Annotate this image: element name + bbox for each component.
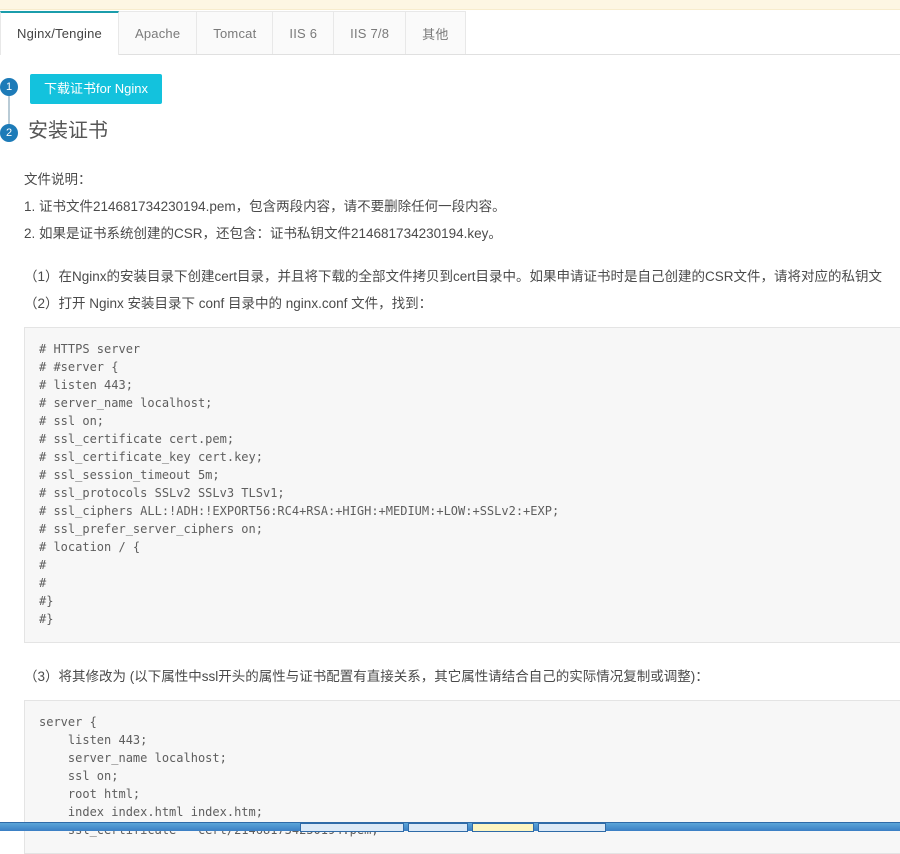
tab-label: IIS 7/8 [350,25,390,41]
tab-label: 其他 [422,26,449,42]
file-description-item-2: 2. 如果是证书系统创建的CSR，还包含：证书私钥文件2146817342301… [24,226,502,241]
file-description-heading: 文件说明： [24,172,92,187]
install-steps-panel: 1 2 下载证书for Nginx 安装证书 文件说明： 1. 证书文件2146… [0,62,900,854]
instruction-step-3: （3）将其修改为 (以下属性中ssl开头的属性与证书配置有直接关系，其它属性请结… [24,669,709,684]
notice-strip [0,0,900,10]
step-marker-1: 1 [0,78,18,96]
tab-label: Tomcat [213,25,257,41]
tab-iis-7-8[interactable]: IIS 7/8 [334,11,407,54]
tab-label: Apache [135,25,181,41]
tab-nginx-tengine[interactable]: Nginx/Tengine [0,11,119,55]
tab-label: IIS 6 [289,25,318,41]
tab-tomcat[interactable]: Tomcat [197,11,274,54]
tab-label: Nginx/Tengine [17,26,102,41]
os-taskbar[interactable] [0,822,900,832]
code-block-original-nginx-conf: # HTTPS server # #server { # listen 443;… [24,327,900,643]
tab-other[interactable]: 其他 [406,11,466,54]
instruction-step-1: （1）在Nginx的安装目录下创建cert目录，并且将下载的全部文件拷贝到cer… [24,269,883,284]
download-certificate-button[interactable]: 下载证书for Nginx [30,74,163,104]
server-type-tabs: Nginx/Tengine Apache Tomcat IIS 6 IIS 7/… [0,11,900,55]
instructions-body: 文件说明： 1. 证书文件214681734230194.pem，包含两段内容，… [24,166,900,854]
tab-apache[interactable]: Apache [119,11,198,54]
instruction-step-2: （2）打开 Nginx 安装目录下 conf 目录中的 nginx.conf 文… [24,296,433,311]
file-description-item-1: 1. 证书文件214681734230194.pem，包含两段内容，请不要删除任… [24,199,506,214]
tab-iis-6[interactable]: IIS 6 [273,11,335,54]
step-marker-2: 2 [0,124,18,142]
page-title: 安装证书 [28,120,108,142]
